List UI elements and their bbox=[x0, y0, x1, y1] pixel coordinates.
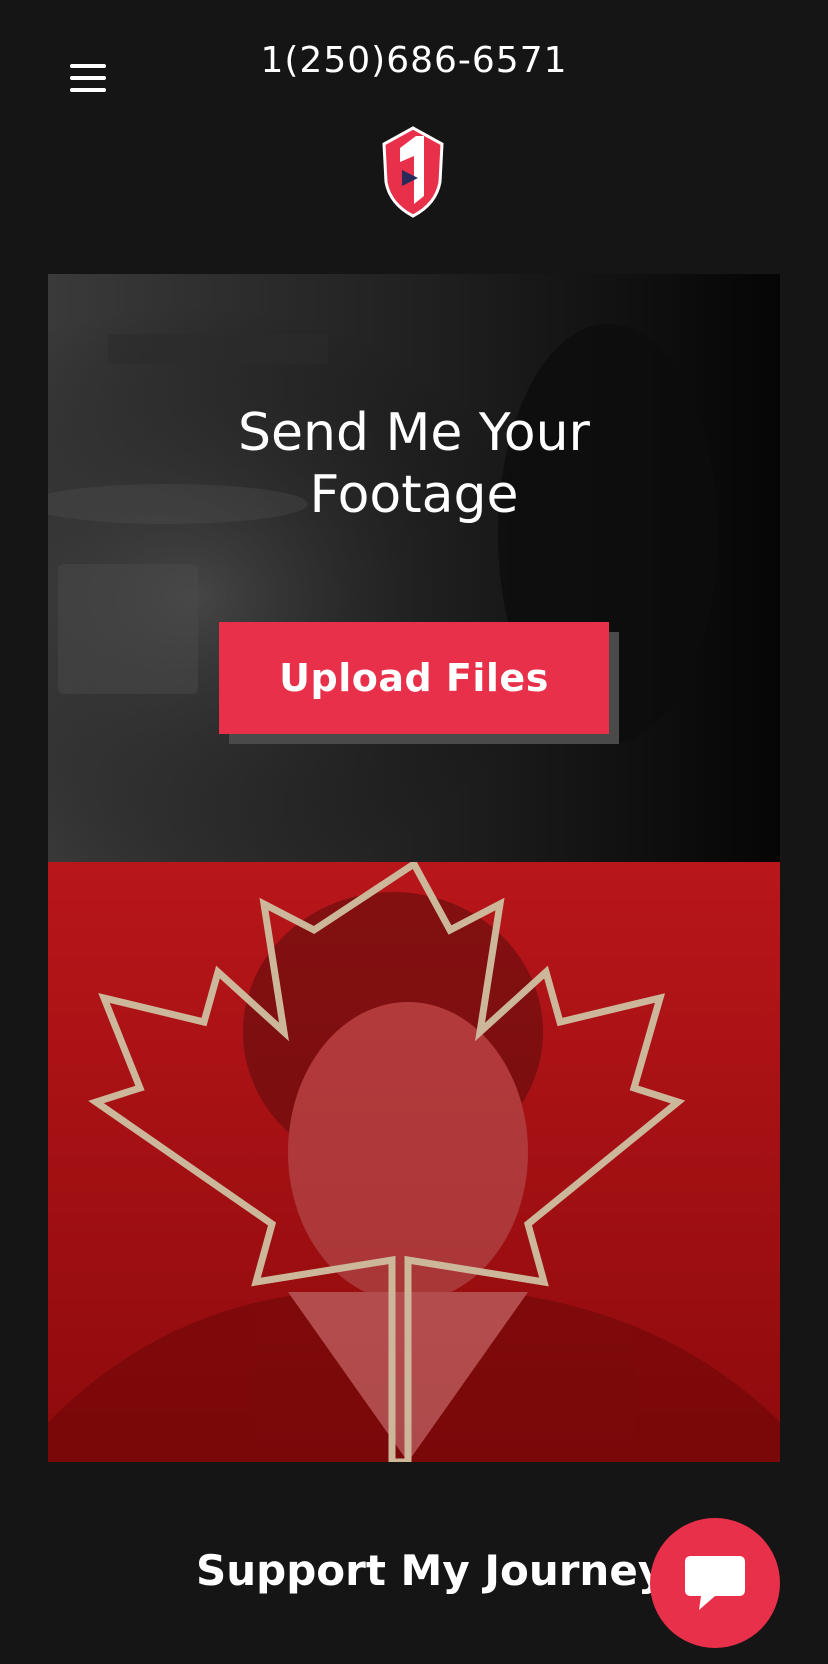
hero-section: Send Me Your Footage Upload Files bbox=[48, 274, 780, 862]
hamburger-menu-icon-bar bbox=[70, 88, 106, 92]
shield-logo-icon bbox=[382, 126, 444, 218]
chat-bubble-icon bbox=[685, 1556, 745, 1610]
hero-title-line2: Footage bbox=[309, 465, 519, 525]
logo[interactable] bbox=[380, 126, 446, 218]
profile-photo bbox=[48, 862, 780, 1462]
chat-button[interactable] bbox=[650, 1518, 780, 1648]
hero-title: Send Me Your Footage bbox=[48, 402, 780, 526]
phone-link[interactable]: 1(250)686-6571 bbox=[0, 40, 828, 81]
support-my-journey-link[interactable]: Support My Journey bbox=[196, 1546, 665, 1595]
hero-title-line1: Send Me Your bbox=[238, 403, 590, 463]
hero-background-image bbox=[48, 274, 780, 862]
upload-files-button[interactable]: Upload Files bbox=[219, 622, 609, 734]
